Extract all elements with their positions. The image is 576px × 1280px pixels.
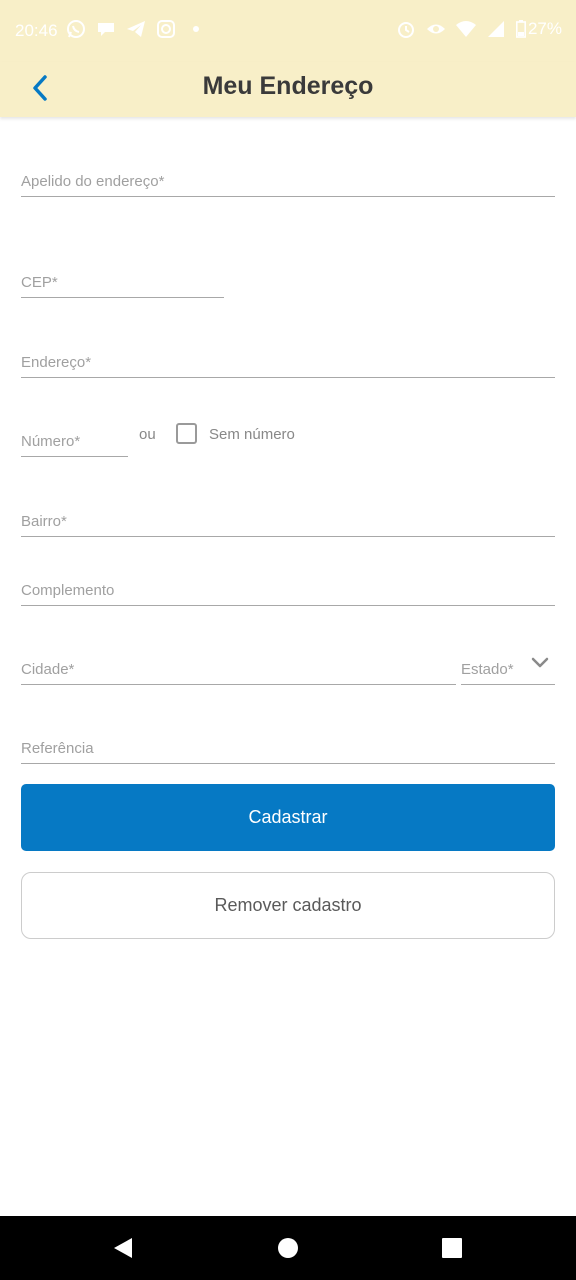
address-field <box>21 336 555 378</box>
submit-button-label: Cadastrar <box>248 807 328 827</box>
remove-button[interactable]: Remover cadastro <box>21 872 555 939</box>
number-field <box>21 415 128 457</box>
system-icons: 27% <box>396 19 562 39</box>
no-number-checkbox[interactable] <box>176 423 197 444</box>
address-input[interactable] <box>21 354 555 371</box>
notification-icons <box>66 19 206 39</box>
back-triangle-icon <box>114 1238 132 1258</box>
nav-home-button[interactable] <box>276 1236 300 1260</box>
number-input[interactable] <box>21 433 128 450</box>
submit-button[interactable]: Cadastrar <box>21 784 555 851</box>
home-circle-icon <box>278 1238 298 1258</box>
instagram-icon <box>156 19 176 39</box>
battery-icon: 27% <box>515 19 562 39</box>
wifi-icon <box>455 19 476 39</box>
neighborhood-input[interactable] <box>21 513 555 530</box>
signal-icon <box>486 19 506 39</box>
page-title: Meu Endereço <box>202 72 374 100</box>
cep-field <box>21 256 224 298</box>
system-nav-bar <box>0 1216 576 1280</box>
nickname-input[interactable] <box>21 173 555 190</box>
complement-input[interactable] <box>21 582 555 599</box>
recents-square-icon <box>442 1238 462 1258</box>
nickname-field <box>21 155 555 197</box>
remove-button-label: Remover cadastro <box>214 895 362 915</box>
dot-icon <box>186 19 206 39</box>
alarm-icon <box>396 19 416 39</box>
reference-input[interactable] <box>21 740 555 757</box>
chevron-down-icon <box>531 656 549 674</box>
nav-recents-button[interactable] <box>440 1236 464 1260</box>
telegram-icon <box>126 19 146 39</box>
city-input[interactable] <box>21 661 456 678</box>
eye-icon <box>426 19 446 39</box>
or-text: ou <box>139 426 156 443</box>
status-time: 20:46 <box>15 21 58 40</box>
neighborhood-field <box>21 495 555 537</box>
chat-bubble-icon <box>96 19 116 39</box>
city-field <box>21 643 456 685</box>
state-select[interactable] <box>461 643 555 685</box>
reference-field <box>21 722 555 764</box>
battery-percent: 27% <box>527 19 562 38</box>
complement-field <box>21 564 555 606</box>
no-number-label[interactable]: Sem número <box>209 426 295 443</box>
app-header: Meu Endereço <box>0 62 576 117</box>
status-bar: 20:46 27% <box>0 0 576 62</box>
nav-back-button[interactable] <box>111 1236 135 1260</box>
cep-input[interactable] <box>21 274 224 291</box>
whatsapp-icon <box>66 19 86 39</box>
